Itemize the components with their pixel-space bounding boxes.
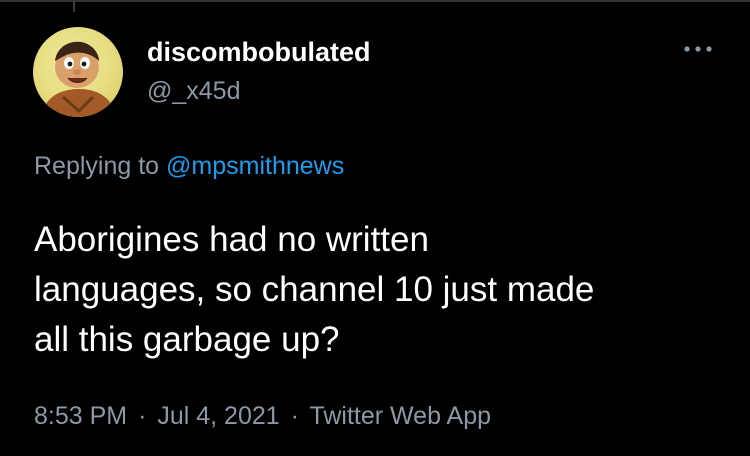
thread-connector-line [73,0,75,12]
top-divider [0,0,750,2]
avatar-image [33,27,123,117]
tweet-time[interactable]: 8:53 PM [34,402,127,430]
more-options-button[interactable] [676,34,720,64]
tweet-text-line: languages, so channel 10 just made [34,270,595,309]
user-handle[interactable]: @_x45d [147,76,241,106]
replying-to-label: Replying to [34,152,160,180]
replying-to-mention-link[interactable]: @mpsmithnews [166,152,344,180]
tweet-source: Twitter Web App [309,402,492,430]
tweet-date[interactable]: Jul 4, 2021 [157,402,279,430]
meta-separator: · [138,402,147,430]
meta-separator: · [290,402,299,430]
more-horizontal-icon [684,46,712,52]
tweet-text: Aborigines had no written languages, so … [34,215,734,365]
display-name[interactable]: discombobulated [147,36,371,68]
avatar[interactable] [33,27,123,117]
tweet-metadata: 8:53 PM · Jul 4, 2021 · Twitter Web App [34,400,491,432]
tweet-text-line: Aborigines had no written [34,220,429,259]
replying-to-line: Replying to @mpsmithnews [34,150,344,182]
tweet-text-line: all this garbage up? [34,320,340,359]
